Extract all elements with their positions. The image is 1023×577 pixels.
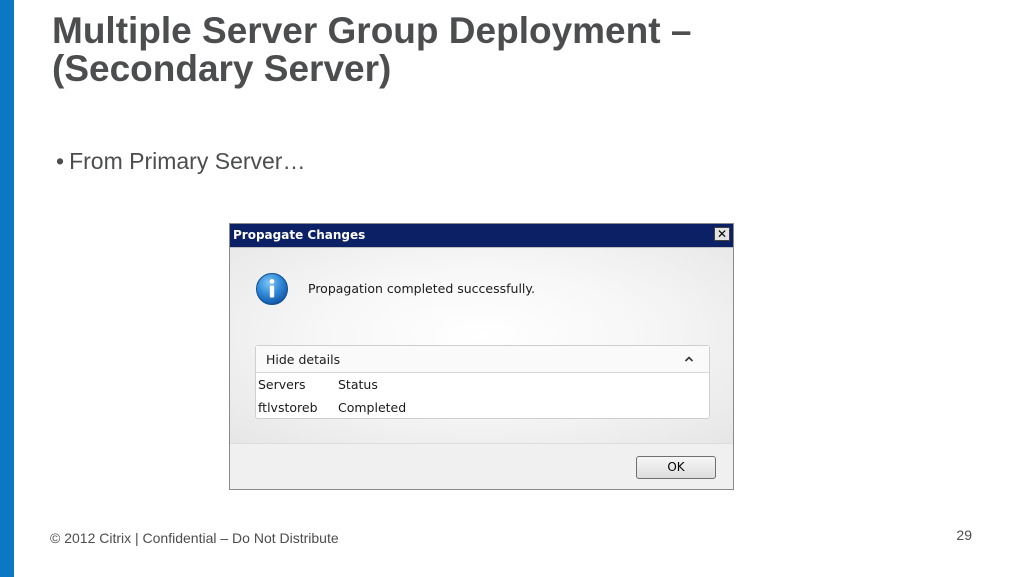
column-header-servers: Servers bbox=[258, 377, 306, 392]
ok-button[interactable]: OK bbox=[636, 456, 716, 479]
bullet-item: • From Primary Server… bbox=[56, 148, 305, 175]
page-number: 29 bbox=[956, 527, 972, 543]
info-icon bbox=[256, 273, 288, 305]
hide-details-label: Hide details bbox=[266, 352, 341, 367]
accent-bar bbox=[0, 0, 14, 577]
slide-title: Multiple Server Group Deployment – (Seco… bbox=[52, 12, 812, 88]
dialog-title: Propagate Changes bbox=[233, 228, 366, 242]
close-button[interactable]: ✕ bbox=[714, 227, 730, 241]
footer-copyright: © 2012 Citrix | Confidential – Do Not Di… bbox=[50, 530, 339, 546]
hide-details-toggle[interactable]: Hide details bbox=[256, 346, 709, 373]
slide-title-line-2: (Secondary Server) bbox=[52, 48, 392, 89]
bullet-text: From Primary Server… bbox=[69, 148, 306, 174]
chevron-up-icon[interactable] bbox=[683, 353, 695, 365]
dialog-titlebar[interactable]: Propagate Changes ✕ bbox=[230, 224, 733, 248]
propagate-changes-dialog: Propagate Changes ✕ Propagation complete… bbox=[229, 223, 734, 490]
column-header-status: Status bbox=[338, 377, 378, 392]
dialog-button-bar: OK bbox=[230, 443, 733, 489]
cell-status: Completed bbox=[338, 400, 407, 415]
close-icon: ✕ bbox=[716, 227, 728, 241]
slide-title-line-1: Multiple Server Group Deployment – bbox=[52, 10, 692, 51]
cell-server: ftlvstoreb bbox=[258, 400, 318, 415]
bullet-marker: • bbox=[56, 148, 65, 174]
details-panel: Hide details Servers Status ftlvstoreb C… bbox=[255, 345, 710, 419]
dialog-content: Propagation completed successfully. Hide… bbox=[230, 248, 733, 443]
dialog-message: Propagation completed successfully. bbox=[308, 281, 535, 296]
